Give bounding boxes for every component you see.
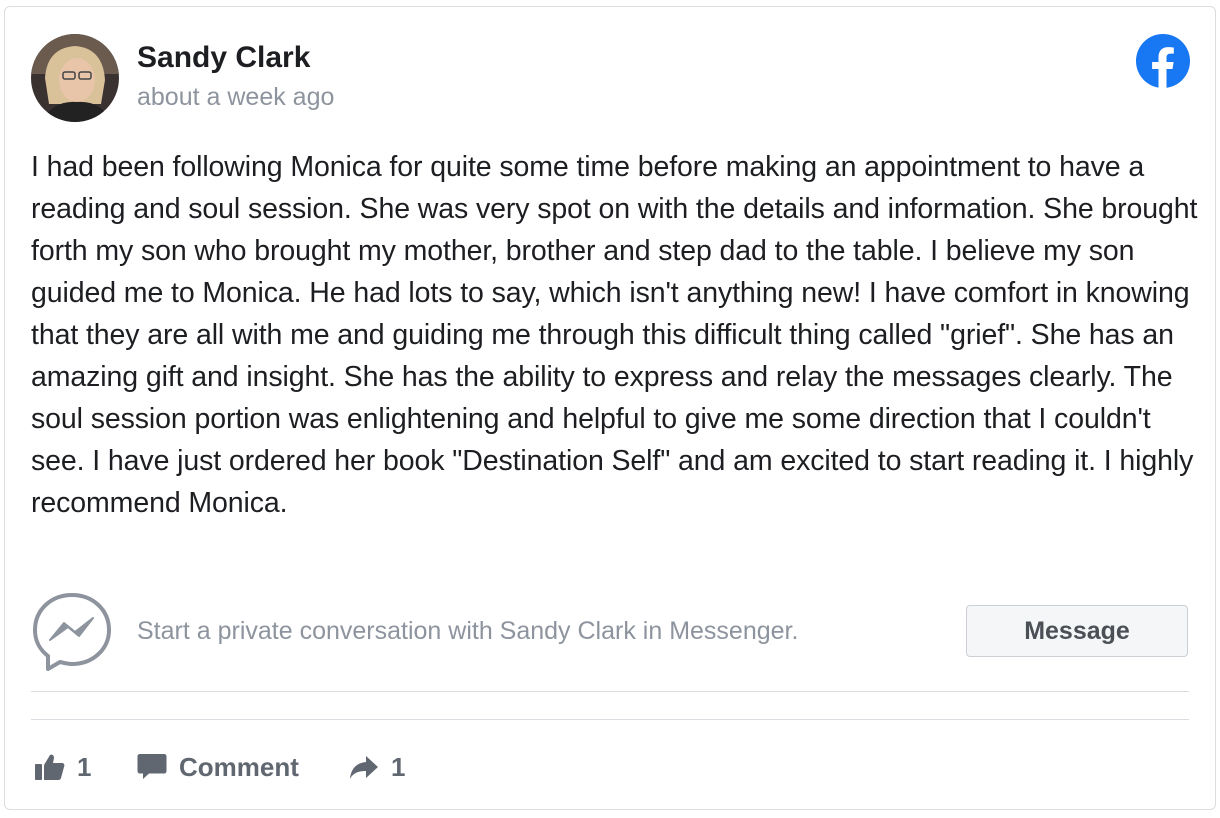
avatar[interactable] bbox=[31, 34, 119, 122]
review-card: Sandy Clark about a week ago I had been … bbox=[4, 6, 1216, 810]
messenger-icon bbox=[33, 593, 111, 671]
author-name[interactable]: Sandy Clark bbox=[137, 41, 310, 75]
like-action[interactable]: 1 bbox=[35, 747, 91, 787]
like-count: 1 bbox=[77, 751, 92, 782]
share-count: 1 bbox=[391, 751, 406, 782]
messenger-prompt: Start a private conversation with Sandy … bbox=[137, 617, 799, 645]
share-action[interactable]: 1 bbox=[349, 747, 405, 787]
message-button[interactable]: Message bbox=[966, 605, 1188, 657]
comment-bubble-icon bbox=[137, 754, 167, 779]
divider bbox=[31, 719, 1189, 720]
post-body: I had been following Monica for quite so… bbox=[31, 151, 1198, 519]
post-timestamp[interactable]: about a week ago bbox=[137, 83, 334, 112]
comment-label: Comment bbox=[179, 751, 299, 782]
divider bbox=[31, 691, 1189, 692]
comment-action[interactable]: Comment bbox=[137, 747, 299, 787]
avatar-image bbox=[31, 34, 119, 122]
facebook-icon[interactable] bbox=[1136, 34, 1190, 88]
share-arrow-icon bbox=[350, 756, 378, 779]
thumbs-up-icon bbox=[35, 754, 65, 780]
